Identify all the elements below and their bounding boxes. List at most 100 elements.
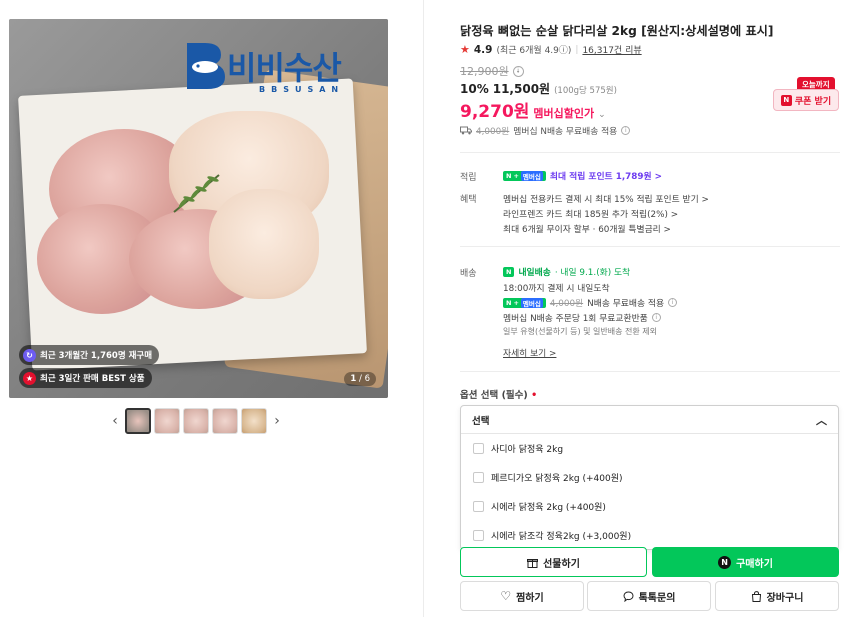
info-icon[interactable]: i xyxy=(651,313,661,322)
benefits-label: 혜택 xyxy=(460,195,477,205)
image-counter: 1 / 6 xyxy=(344,372,376,386)
repurchase-badge: ↻ 최근 3개월간 1,760명 재구매 xyxy=(19,345,160,365)
image-counter-total: / 6 xyxy=(359,374,370,384)
discount-percent: 10% xyxy=(460,82,489,96)
sale-price-row: 10% 11,500원 (100g당 575원) xyxy=(460,80,617,97)
panel-divider xyxy=(423,0,424,617)
option-dropdown-header[interactable]: 선택 ︿ xyxy=(461,406,838,434)
wishlist-button-label: 찜하기 xyxy=(516,592,544,604)
option-item[interactable]: 시에라 닭정육 2kg (+400원) xyxy=(461,492,838,521)
cart-button-label: 장바구니 xyxy=(766,592,804,604)
shopping-bag-icon xyxy=(751,590,761,602)
buy-button[interactable]: N 구매하기 xyxy=(652,547,839,577)
required-mark: • xyxy=(531,390,538,401)
thumbnail[interactable] xyxy=(183,408,209,434)
member-price-row[interactable]: 9,270원 멤버십할인가 ⌄ xyxy=(460,97,606,122)
divider xyxy=(460,371,840,372)
divider xyxy=(460,246,840,247)
divider xyxy=(460,152,840,153)
option-label: 옵션 선택 (필수) • xyxy=(460,387,537,401)
rosemary-icon xyxy=(173,174,220,213)
delivery-fee-strike: 4,000원 xyxy=(549,299,584,309)
delivery-exchange: 멤버십 N배송 주문당 1회 무료교환반품 xyxy=(503,314,648,324)
gift-button-label: 선물하기 xyxy=(543,558,580,570)
delivery-more-link[interactable]: 자세히 보기 > xyxy=(503,346,556,359)
option-selected-value: 선택 xyxy=(472,415,490,427)
benefit-linefriends-link[interactable]: 라인프렌즈 카드 최대 185원 추가 적립(2%) > xyxy=(503,207,678,220)
benefit-card-link[interactable]: 멤버십 전용카드 결제 시 최대 15% 적립 포인트 받기 > xyxy=(503,192,709,205)
coupon-button[interactable]: N 쿠폰 받기 xyxy=(773,89,839,111)
delivery-eta: · 내일 9.1.(화) 도착 xyxy=(554,268,631,278)
image-counter-current: 1 xyxy=(350,374,357,384)
buy-button-label: 구매하기 xyxy=(736,558,773,570)
star-icon: ★ xyxy=(460,43,470,56)
points-text: 최대 적립 포인트 1,789원 > xyxy=(549,172,663,182)
heart-icon: ♡ xyxy=(500,589,512,603)
option-checkbox[interactable] xyxy=(473,501,484,512)
original-price-row: 12,900원 i xyxy=(460,63,524,79)
delivery-eta-row: N 내일배송 · 내일 9.1.(화) 도착 xyxy=(503,265,630,278)
chevron-left-icon[interactable]: ‹ xyxy=(108,413,122,429)
option-item-label: 사디아 닭정육 2kg xyxy=(491,445,564,455)
option-item[interactable]: 시에라 닭조각 정육2kg (+3,000원) xyxy=(461,521,838,550)
option-label-text: 옵션 선택 (필수) xyxy=(460,390,528,401)
brand-logo: 비비수산 BBSUSAN xyxy=(181,37,373,99)
option-checkbox[interactable] xyxy=(473,443,484,454)
chevron-up-icon[interactable]: ︿ xyxy=(816,412,827,428)
thumbnail-strip: ‹ › xyxy=(108,408,284,434)
best-icon: ★ xyxy=(23,371,36,385)
rating-score: 4.9 xyxy=(473,43,493,56)
option-item[interactable]: 페르디가오 닭정육 2kg (+400원) xyxy=(461,463,838,492)
delivery-brand: 내일배송 xyxy=(518,268,551,278)
rating-row: ★ 4.9 (최근 6개월 4.9ⓘ) | 16,317건 리뷰 xyxy=(460,43,642,56)
delivery-label: 배송 xyxy=(460,269,477,279)
option-checkbox[interactable] xyxy=(473,472,484,483)
coupon-icon: N xyxy=(780,94,792,106)
talk-inquiry-button[interactable]: 톡톡문의 xyxy=(587,581,711,611)
gift-button[interactable]: 선물하기 xyxy=(460,547,647,577)
product-title: 닭정육 뼈없는 순살 닭다리살 2kg [원산지:상세설명에 표시] xyxy=(460,24,774,38)
logo-subtext: BBSUSAN xyxy=(259,85,345,94)
benefit-installment-link[interactable]: 최대 6개월 무이자 할부 · 60개월 특별금리 > xyxy=(503,222,671,235)
points-label: 적립 xyxy=(460,173,477,183)
tomorrow-delivery-badge: N xyxy=(503,266,515,277)
option-checkbox[interactable] xyxy=(473,530,484,541)
truck-icon xyxy=(460,126,472,135)
shipping-text: 멤버십 N배송 무료배송 적용 xyxy=(513,127,618,137)
delivery-fee-row: N + 멤버십 4,000원 N배송 무료배송 적용 i xyxy=(503,296,678,309)
separator: | xyxy=(575,44,579,55)
product-main-image[interactable]: 비비수산 BBSUSAN ↻ 최근 3개월간 1,760명 재구매 ★ 최근 3… xyxy=(9,19,388,398)
info-icon[interactable]: i xyxy=(512,65,524,77)
points-row[interactable]: N + 멤버십 최대 적립 포인트 1,789원 > xyxy=(503,169,662,182)
thumbnail[interactable] xyxy=(241,408,267,434)
info-icon[interactable]: i xyxy=(621,126,631,135)
original-price: 12,900원 xyxy=(460,65,509,78)
delivery-exception: 일부 유형(선물하기 등) 및 일반배송 전환 제외 xyxy=(503,327,657,336)
delivery-fee-text: N배송 무료배송 적용 xyxy=(587,299,665,309)
gift-icon xyxy=(527,558,539,568)
best-badge: ★ 최근 3일간 판매 BEST 상품 xyxy=(19,368,152,388)
cart-button[interactable]: 장바구니 xyxy=(715,581,839,611)
repurchase-icon: ↻ xyxy=(23,348,36,362)
thumbnail[interactable] xyxy=(125,408,151,434)
option-item[interactable]: 사디아 닭정육 2kg xyxy=(461,434,838,463)
wishlist-button[interactable]: ♡ 찜하기 xyxy=(460,581,584,611)
thumbnail[interactable] xyxy=(154,408,180,434)
unit-price: (100g당 575원) xyxy=(554,86,617,96)
npay-icon: N xyxy=(718,555,732,569)
chevron-right-icon[interactable]: › xyxy=(270,413,284,429)
option-item-label: 시에라 닭조각 정육2kg (+3,000원) xyxy=(491,532,632,542)
review-count-link[interactable]: 16,317건 리뷰 xyxy=(582,43,641,56)
shipping-strike-price: 4,000원 xyxy=(476,127,510,137)
fish-logo-icon xyxy=(187,43,225,89)
coupon-button-label: 쿠폰 받기 xyxy=(794,96,832,107)
rating-detail[interactable]: (최근 6개월 4.9ⓘ) xyxy=(496,43,571,56)
member-price-label: 멤버십할인가 xyxy=(533,107,595,120)
option-dropdown[interactable]: 선택 ︿ 사디아 닭정육 2kg 페르디가오 닭정육 2kg (+400원) 시… xyxy=(460,405,839,550)
option-item-label: 페르디가오 닭정육 2kg (+400원) xyxy=(491,474,623,484)
talk-inquiry-label: 톡톡문의 xyxy=(638,592,676,604)
info-icon[interactable]: i xyxy=(668,298,678,307)
best-text: 최근 3일간 판매 BEST 상품 xyxy=(40,374,145,384)
thumbnail[interactable] xyxy=(212,408,238,434)
chevron-down-icon[interactable]: ⌄ xyxy=(598,110,606,120)
